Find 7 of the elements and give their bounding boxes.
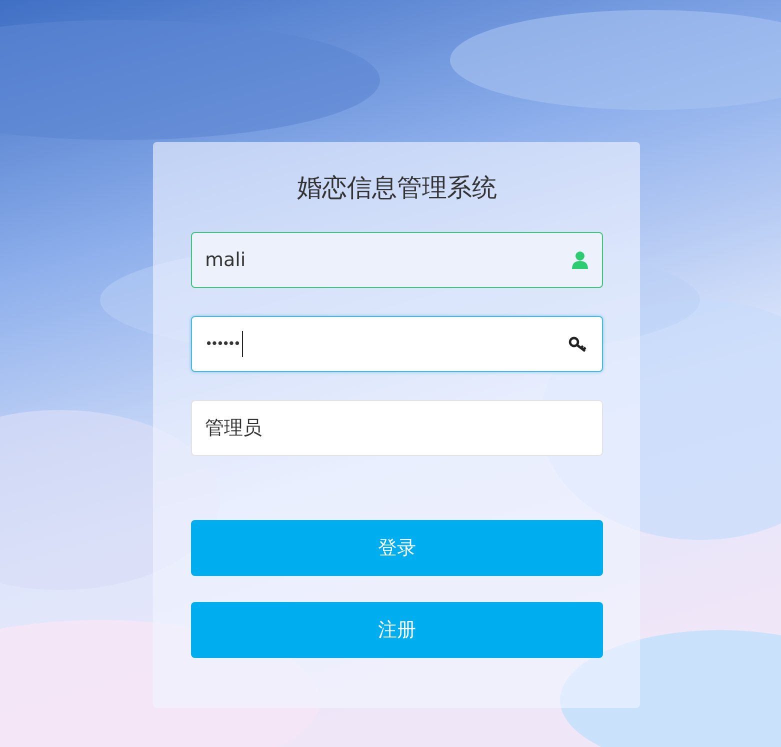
password-field[interactable]: ••••••: [191, 316, 603, 372]
user-icon: [572, 251, 588, 269]
input-field[interactable]: mali: [191, 232, 603, 288]
text-caret: [242, 331, 244, 357]
key-icon: [568, 336, 588, 352]
input-field[interactable]: 管理员: [191, 400, 603, 456]
system-title: 婚恋信息管理系统: [296, 172, 498, 204]
